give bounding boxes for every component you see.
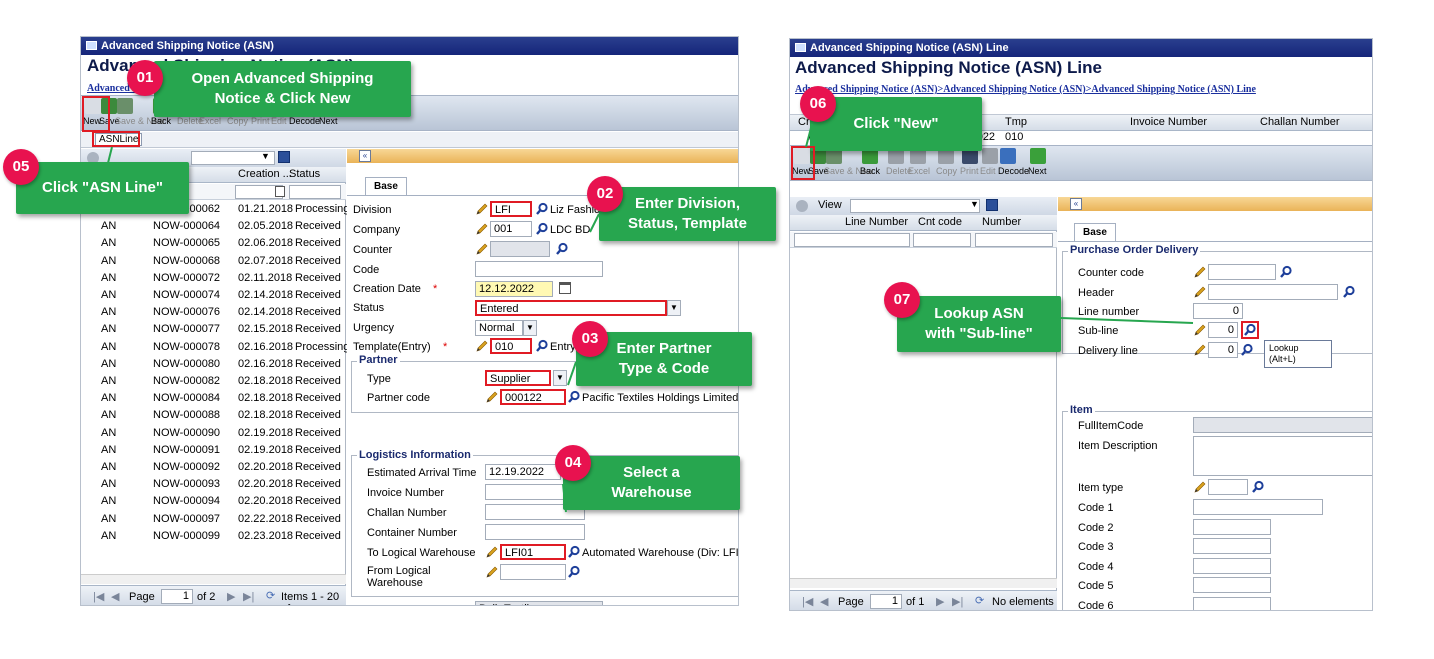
connector-lines	[107, 123, 1194, 513]
